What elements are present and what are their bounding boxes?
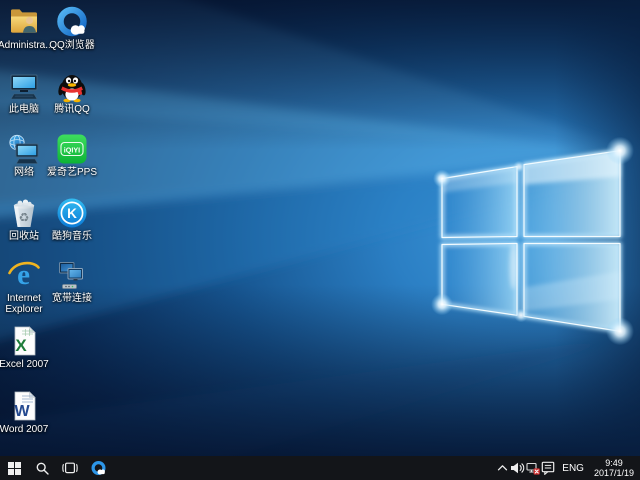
network-icon [7,132,41,166]
desktop-icon-recycle-bin[interactable]: ♻ 回收站 [0,196,50,242]
icon-label: Excel 2007 [0,359,50,370]
iqiyi-pps-icon: iQIYI [55,132,89,166]
taskbar: ENG 9:49 2017/1/19 [0,456,640,480]
chevron-up-icon [497,464,508,472]
kugou-music-icon: K [55,196,89,230]
action-center-button[interactable] [540,456,555,480]
desktop-icon-excel-2007[interactable]: X Excel 2007 [0,324,50,370]
word-2007-icon: W [7,389,41,423]
internet-explorer-icon: e [7,258,41,292]
speaker-icon [510,462,525,474]
taskbar-empty-area[interactable] [112,456,495,480]
desktop-icon-internet-explorer[interactable]: e Internet Explorer [0,258,50,315]
icon-label: Administra... [0,40,50,51]
action-center-icon [541,461,555,475]
svg-text:K: K [67,206,77,221]
icon-label: 酷狗音乐 [46,231,98,242]
taskbar-qq-browser-button[interactable] [84,456,112,480]
clock-time: 9:49 [605,458,623,468]
broadband-connection-icon [55,258,89,292]
excel-2007-icon: X [7,324,41,358]
desktop-icon-word-2007[interactable]: W Word 2007 [0,389,50,435]
icon-label: 网络 [0,167,50,178]
tencent-qq-icon [55,69,89,103]
tray-show-hidden-icons-button[interactable] [495,456,510,480]
icon-label: Internet Explorer [0,293,50,315]
desktop-icon-broadband[interactable]: 宽带连接 [46,258,98,304]
svg-text:iQIYI: iQIYI [64,146,80,155]
icon-label: 此电脑 [0,104,50,115]
windows-desktop-screen: Administra... QQ浏览器 此电脑 [0,0,640,480]
start-button[interactable] [0,456,28,480]
icon-label: Word 2007 [0,424,50,435]
qq-browser-taskbar-icon [90,460,107,477]
administrator-folder-icon [7,5,41,39]
search-icon [36,462,49,475]
desktop-icon-iqiyi-pps[interactable]: iQIYI 爱奇艺PPS [46,132,98,178]
desktop-icon-kugou-music[interactable]: K 酷狗音乐 [46,196,98,242]
task-view-button[interactable] [56,456,84,480]
windows-start-icon [8,462,21,475]
clock[interactable]: 9:49 2017/1/19 [591,456,640,480]
svg-text:X: X [15,336,27,355]
icon-label: 回收站 [0,231,50,242]
this-pc-icon [7,69,41,103]
svg-text:♻: ♻ [19,211,30,225]
desktop-icon-network[interactable]: 网络 [0,132,50,178]
network-status-button[interactable] [525,456,540,480]
desktop-icon-this-pc[interactable]: 此电脑 [0,69,50,115]
clock-date: 2017/1/19 [594,468,634,478]
network-disconnected-icon [526,462,540,475]
desktop-icon-tencent-qq[interactable]: 腾讯QQ [46,69,98,115]
search-button[interactable] [28,456,56,480]
language-indicator[interactable]: ENG [555,456,591,480]
qq-browser-icon [55,5,89,39]
icon-label: 爱奇艺PPS [46,167,98,178]
recycle-bin-icon: ♻ [7,196,41,230]
svg-text:W: W [14,403,30,420]
task-view-icon [62,462,78,474]
desktop-area[interactable]: Administra... QQ浏览器 此电脑 [0,0,640,456]
icon-label: QQ浏览器 [46,40,98,51]
icon-label: 宽带连接 [46,293,98,304]
volume-button[interactable] [510,456,525,480]
desktop-icon-administrator[interactable]: Administra... [0,5,50,51]
icon-label: 腾讯QQ [46,104,98,115]
desktop-icon-qq-browser[interactable]: QQ浏览器 [46,5,98,51]
